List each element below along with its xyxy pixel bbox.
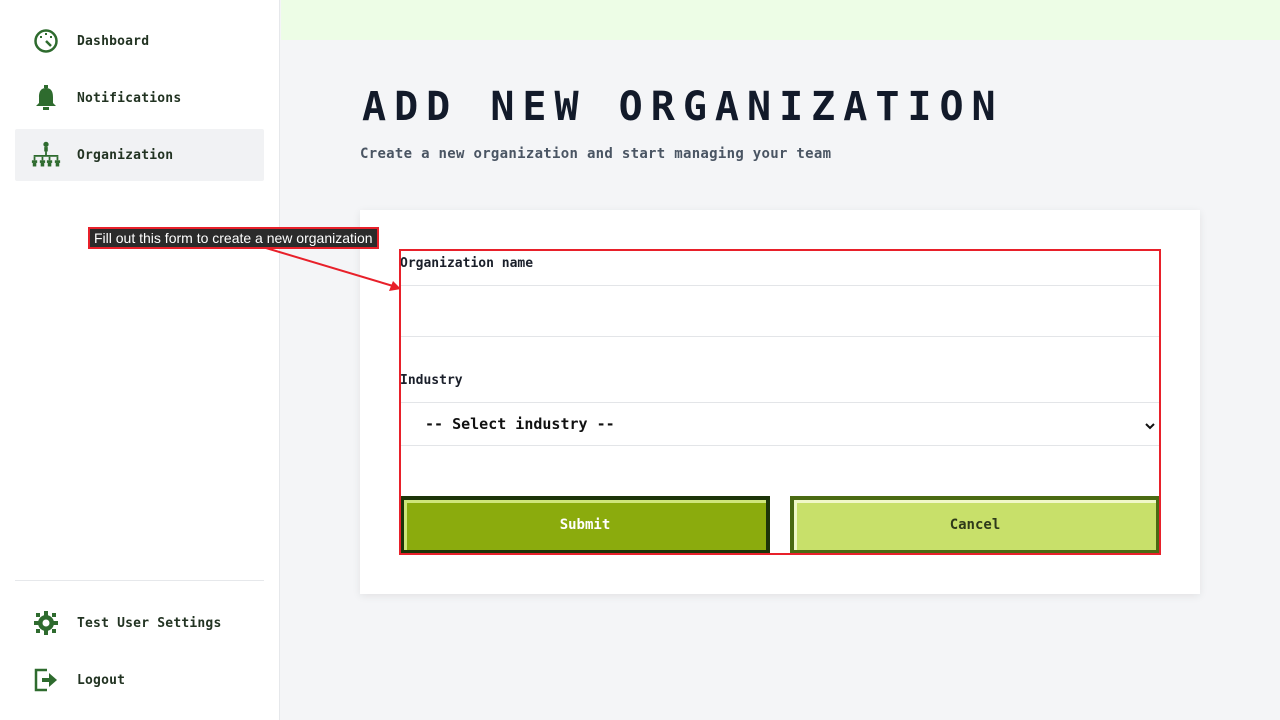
dashboard-icon (31, 26, 61, 56)
sidebar-item-label: Dashboard (77, 33, 150, 49)
sidebar-item-dashboard[interactable]: Dashboard (15, 15, 264, 67)
chevron-down-icon (1144, 417, 1156, 436)
page-title: ADD NEW ORGANIZATION (362, 84, 1004, 130)
sidebar-item-logout[interactable]: Logout (15, 654, 264, 706)
top-banner (281, 0, 1280, 40)
sidebar: Dashboard Notifications Organization Tes… (0, 0, 280, 720)
sidebar-item-notifications[interactable]: Notifications (15, 72, 264, 124)
gear-icon (31, 608, 61, 638)
sidebar-divider (15, 580, 264, 581)
sidebar-item-label: Logout (77, 672, 126, 688)
sidebar-item-label: Organization (77, 147, 174, 163)
org-name-label: Organization name (400, 256, 534, 271)
industry-select-value: -- Select industry -- (425, 415, 615, 433)
sidebar-item-settings[interactable]: Test User Settings (15, 597, 264, 649)
industry-select[interactable]: -- Select industry -- (400, 402, 1160, 446)
logout-icon (31, 665, 61, 695)
cancel-button[interactable]: Cancel (790, 496, 1160, 554)
bell-icon (31, 83, 61, 113)
org-name-input[interactable] (400, 285, 1160, 337)
sidebar-item-organization[interactable]: Organization (15, 129, 264, 181)
org-chart-icon (31, 140, 61, 170)
annotation-tooltip: Fill out this form to create a new organ… (88, 227, 379, 249)
industry-label: Industry (400, 373, 463, 388)
sidebar-item-label: Test User Settings (77, 615, 222, 631)
page-subtitle: Create a new organization and start mana… (360, 146, 832, 162)
submit-button[interactable]: Submit (400, 496, 770, 554)
sidebar-item-label: Notifications (77, 90, 182, 106)
